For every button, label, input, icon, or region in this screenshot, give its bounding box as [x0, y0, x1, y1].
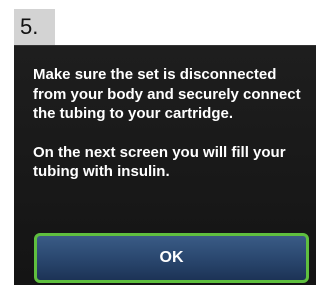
step-number-label: 5.	[14, 9, 55, 45]
pump-screen: Make sure the set is disconnected from y…	[14, 45, 316, 285]
ok-button[interactable]: OK	[34, 233, 309, 283]
instruction-paragraph-disconnect: Make sure the set is disconnected from y…	[33, 66, 301, 122]
instruction-message: Make sure the set is disconnected from y…	[33, 65, 307, 182]
instruction-paragraph-fill: On the next screen you will fill your tu…	[33, 143, 286, 181]
